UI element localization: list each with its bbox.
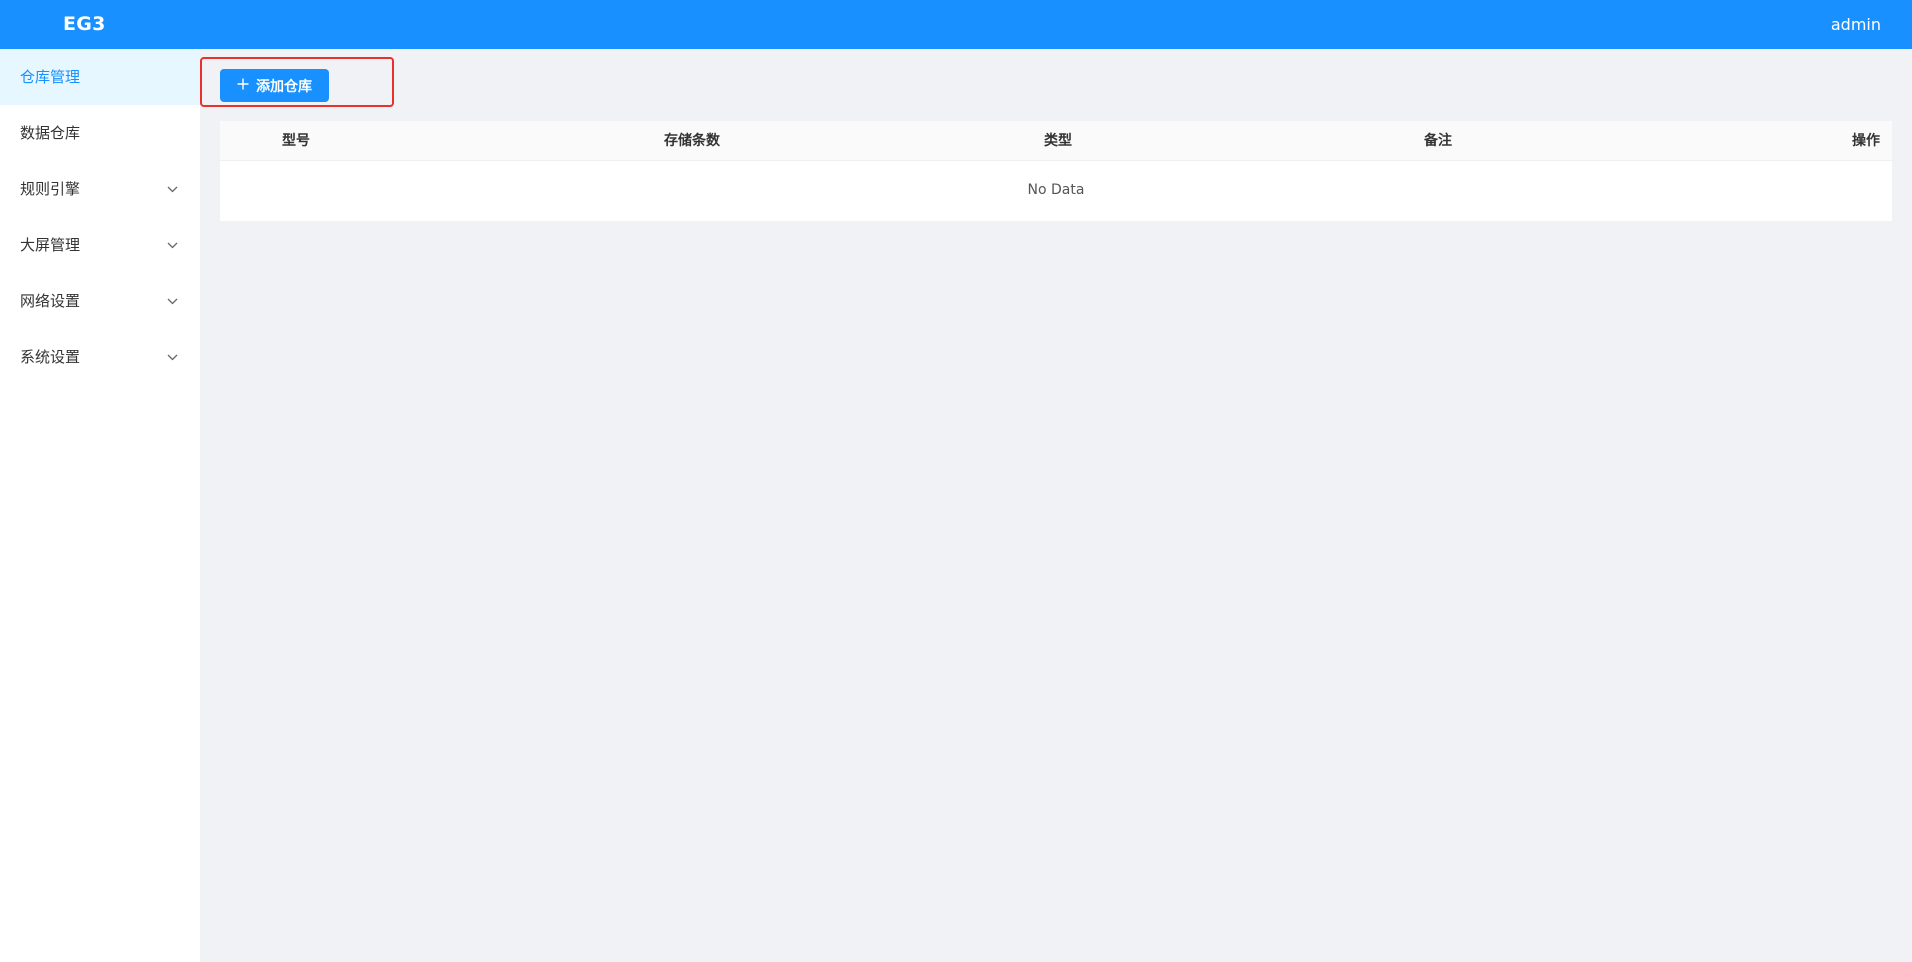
table-empty-state: No Data	[1027, 182, 1085, 198]
sidebar-item-system-settings[interactable]: 系统设置	[0, 329, 200, 385]
sidebar-item-label: 仓库管理	[20, 68, 81, 86]
sidebar-item-rule-engine[interactable]: 规则引擎	[0, 161, 200, 217]
toolbar-highlight-box: 添加仓库	[200, 57, 394, 107]
sidebar-item-screen-management[interactable]: 大屏管理	[0, 217, 200, 273]
user-menu[interactable]: admin	[1831, 15, 1881, 34]
sidebar-item-label: 网络设置	[20, 292, 81, 310]
sidebar-item-network-settings[interactable]: 网络设置	[0, 273, 200, 329]
chevron-down-icon	[167, 273, 178, 329]
main-content: 添加仓库 型号 存储条数 类型 备注 操作 No Data	[200, 49, 1912, 962]
warehouse-table: 型号 存储条数 类型 备注 操作 No Data	[220, 121, 1892, 221]
sidebar-item-label: 大屏管理	[20, 236, 81, 254]
sidebar-item-data-warehouse[interactable]: 数据仓库	[0, 105, 200, 161]
brand-logo-text[interactable]: EG3	[63, 13, 106, 35]
sidebar-item-label: 数据仓库	[20, 124, 81, 142]
sidebar: 仓库管理 数据仓库 规则引擎 大屏管理 网络设置 系统设置	[0, 49, 200, 962]
add-warehouse-label: 添加仓库	[256, 78, 312, 95]
top-header: EG3 admin	[0, 0, 1912, 49]
chevron-down-icon	[167, 217, 178, 273]
column-header-model[interactable]: 型号	[282, 121, 310, 161]
sidebar-item-warehouse-management[interactable]: 仓库管理	[0, 49, 200, 105]
table-header: 型号 存储条数 类型 备注 操作	[220, 121, 1892, 161]
chevron-down-icon	[167, 161, 178, 217]
column-header-actions[interactable]: 操作	[1852, 121, 1880, 161]
column-header-storage-count[interactable]: 存储条数	[664, 121, 720, 161]
chevron-down-icon	[167, 329, 178, 385]
add-warehouse-button[interactable]: 添加仓库	[220, 69, 329, 102]
column-header-remark[interactable]: 备注	[1424, 121, 1452, 161]
plus-icon	[237, 78, 249, 94]
sidebar-item-label: 系统设置	[20, 348, 81, 366]
column-header-type[interactable]: 类型	[1044, 121, 1072, 161]
sidebar-item-label: 规则引擎	[20, 180, 81, 198]
